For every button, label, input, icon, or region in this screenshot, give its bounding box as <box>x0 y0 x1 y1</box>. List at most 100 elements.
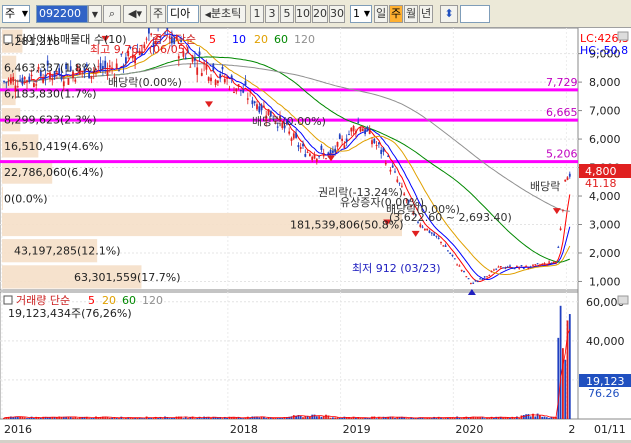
y-tick-label: 3,000 <box>589 219 621 232</box>
updown-button[interactable]: ⬍ <box>440 5 458 23</box>
volume-bar <box>19 417 21 419</box>
chevron-down-icon: ▼ <box>92 10 98 19</box>
search-button[interactable]: ⌕ <box>103 5 121 23</box>
speaker-icon: ◀▾ <box>128 7 142 20</box>
ma-60-label: 60 <box>274 33 288 46</box>
current-price-change: 41.18 <box>585 177 617 190</box>
volume-bar <box>314 415 316 419</box>
mode-button[interactable]: ◀분초틱 <box>200 5 246 23</box>
candle-body <box>118 70 120 71</box>
volume-bar <box>318 416 320 419</box>
candle-body <box>208 77 210 81</box>
volume-bar <box>454 418 456 419</box>
code-dropdown-button[interactable]: ▼ <box>88 5 102 23</box>
candle-body <box>569 174 571 177</box>
candle-body <box>553 262 555 263</box>
candle-body <box>514 268 516 269</box>
candle-body <box>491 271 493 272</box>
period-year-button[interactable]: 년 <box>419 5 433 23</box>
candle-body <box>369 130 371 134</box>
candle-body <box>42 79 44 83</box>
candle-body <box>309 154 311 156</box>
candle-body <box>332 151 334 153</box>
interval-30-button[interactable]: 30 <box>329 5 345 23</box>
volume-bar <box>201 418 203 419</box>
candle-body <box>396 179 398 181</box>
count-select[interactable]: 1 ▼ <box>350 5 372 23</box>
market-select[interactable]: 주 ▼ <box>2 5 30 23</box>
volume-bar <box>442 418 444 419</box>
candle-body <box>479 278 481 279</box>
interval-1-button[interactable]: 1 <box>250 5 264 23</box>
candle-body <box>8 79 10 80</box>
volume-expand-handle[interactable] <box>618 296 628 304</box>
panel-expand-handle[interactable] <box>618 32 628 40</box>
toolbar: 주 ▼ 092200 ▼ ⌕ ◀▾ 주 디아 ◀분초틱 1 3 5 10 20 … <box>0 0 631 28</box>
volume-bar <box>534 417 536 419</box>
volume-bar <box>493 418 495 419</box>
vol-ma-20-label: 20 <box>102 294 116 307</box>
interval-label: 30 <box>330 7 344 20</box>
interval-3-button[interactable]: 3 <box>265 5 279 23</box>
candle-body <box>419 225 421 227</box>
volume-profile-label: 6,183,830(1.7%) <box>4 88 97 101</box>
ma-120-label: 120 <box>294 33 315 46</box>
volume-bar <box>484 418 486 419</box>
candle-body <box>31 75 33 76</box>
type-button[interactable]: 주 <box>150 5 166 23</box>
volume-bar <box>424 418 426 419</box>
volume-bar <box>459 418 461 419</box>
legend-checkbox[interactable] <box>4 35 12 43</box>
candle-body <box>104 61 106 68</box>
interval-5-button[interactable]: 5 <box>280 5 294 23</box>
volume-bar <box>548 418 550 419</box>
candle-body <box>100 63 102 70</box>
volume-bar <box>134 418 136 419</box>
candle-body <box>438 238 440 239</box>
candle-body <box>548 262 550 263</box>
candle-body <box>63 81 65 86</box>
candle-body <box>461 270 463 271</box>
volume-bar <box>196 418 198 419</box>
period-month-button[interactable]: 월 <box>404 5 418 23</box>
x-tick-label: 2019 <box>343 423 371 436</box>
vol-y-tick-label: 40,000 <box>586 335 625 348</box>
volume-profile-label: 63,301,559(17.7%) <box>74 271 181 284</box>
volume-bar <box>33 418 35 419</box>
volume-bar <box>544 417 546 419</box>
volume-bar <box>123 418 125 419</box>
volume-bar <box>233 418 235 419</box>
volume-bar <box>541 417 543 419</box>
period-week-button[interactable]: 주 <box>389 5 403 23</box>
period-count-input[interactable] <box>460 5 490 23</box>
candle-body <box>422 227 424 228</box>
volume-bar <box>560 306 562 419</box>
candle-body <box>116 64 118 69</box>
volume-bar <box>28 418 30 419</box>
interval-label: 10 <box>296 7 310 20</box>
volume-legend-checkbox[interactable] <box>4 296 12 304</box>
sound-button[interactable]: ◀▾ <box>123 5 147 23</box>
period-day-button[interactable]: 일 <box>374 5 388 23</box>
volume-bar <box>88 418 90 419</box>
high-label: 최고 9,761 (06/05) <box>90 43 189 56</box>
candle-body <box>45 75 47 79</box>
y-tick-label: 6,000 <box>589 133 621 146</box>
candle-body <box>302 144 304 146</box>
volume-panel-title: 거래량 단순 <box>16 294 70 307</box>
volume-bar <box>380 418 382 419</box>
volume-bar <box>26 418 28 419</box>
candle-body <box>107 70 109 76</box>
volume-bar <box>564 360 566 419</box>
stock-name-field[interactable]: 디아 <box>167 5 199 23</box>
volume-bar <box>539 415 541 419</box>
volume-bar <box>330 418 332 419</box>
chevron-down-icon: ▼ <box>22 6 28 22</box>
x-axis-area <box>0 419 631 440</box>
volume-bar <box>217 418 219 419</box>
stock-code-input[interactable]: 092200 <box>36 5 88 23</box>
annotation-range: (3,622.60 ~ 2,693.40) <box>389 211 512 224</box>
interval-20-button[interactable]: 20 <box>312 5 328 23</box>
chart-svg[interactable]: 7,7296,6655,206 9,281,2186,463,337(1.8%)… <box>0 28 631 440</box>
interval-10-button[interactable]: 10 <box>295 5 311 23</box>
